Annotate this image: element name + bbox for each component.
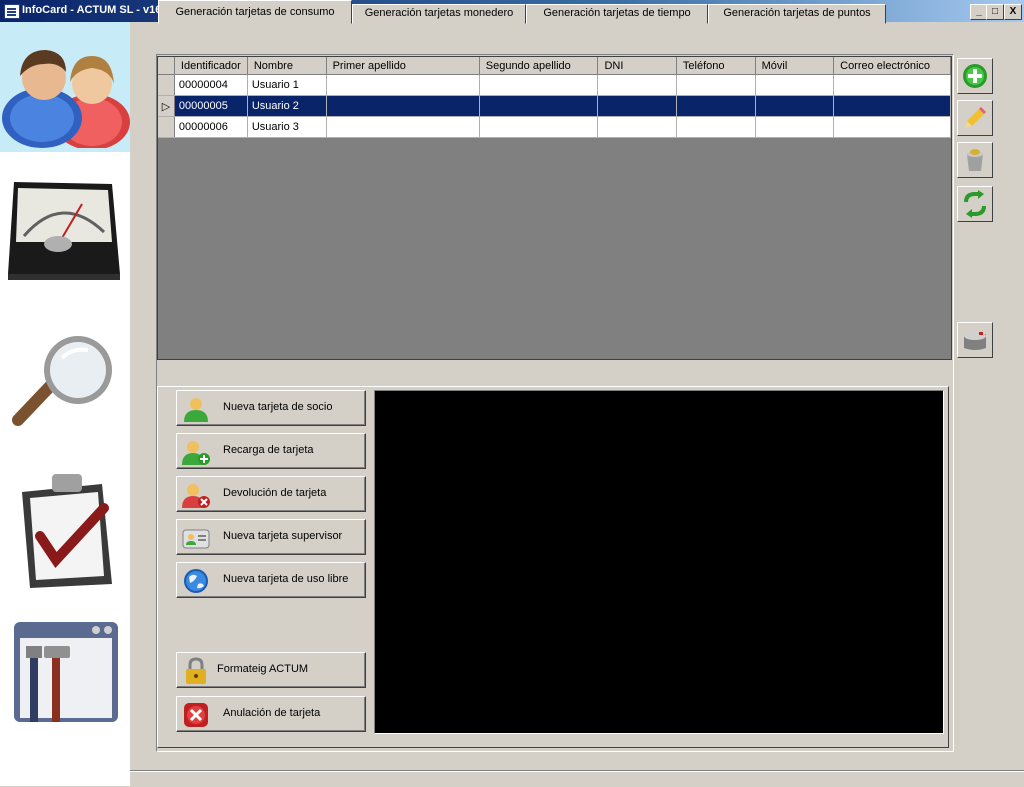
cell-dni[interactable] (597, 116, 677, 138)
cell-movil[interactable] (755, 95, 835, 117)
sidebar-item-clipboard[interactable] (0, 462, 130, 592)
col-header-movil[interactable]: Móvil (755, 57, 835, 75)
nueva-tarjeta-uso-libre-button[interactable]: Nueva tarjeta de uso libre (176, 562, 366, 598)
reader-button[interactable] (957, 322, 993, 358)
table-header-row: Identificador Nombre Primer apellido Seg… (158, 57, 951, 75)
cell-nombre[interactable]: Usuario 1 (247, 74, 327, 96)
nueva-tarjeta-supervisor-button[interactable]: Nueva tarjeta supervisor (176, 519, 366, 555)
cell-nombre[interactable]: Usuario 3 (247, 116, 327, 138)
row-indicator-header (158, 57, 175, 75)
delete-button[interactable] (957, 142, 993, 178)
cell-segundo-apellido[interactable] (479, 116, 599, 138)
pencil-icon (965, 107, 986, 128)
users-icon (2, 50, 130, 148)
col-header-primer-apellido[interactable]: Primer apellido (326, 57, 480, 75)
recarga-tarjeta-button[interactable]: Recarga de tarjeta (176, 433, 366, 469)
recarga-tarjeta-label: Recarga de tarjeta (223, 444, 314, 456)
edit-button[interactable] (957, 100, 993, 136)
anulacion-tarjeta-label: Anulación de tarjeta (223, 707, 321, 719)
user-add-icon (182, 441, 210, 465)
row-indicator[interactable] (158, 74, 175, 96)
cell-dni[interactable] (597, 74, 677, 96)
users-table: Identificador Nombre Primer apellido Seg… (158, 57, 951, 138)
cell-identificador[interactable]: 00000005 (174, 95, 248, 117)
cell-telefono[interactable] (676, 95, 756, 117)
users-grid[interactable]: Identificador Nombre Primer apellido Seg… (157, 56, 952, 360)
cell-nombre[interactable]: Usuario 2 (247, 95, 327, 117)
formateig-actum-button[interactable]: Formateig ACTUM (176, 652, 366, 688)
cell-primer-apellido[interactable] (326, 95, 480, 117)
magnifier-icon (12, 336, 112, 426)
maximize-button[interactable]: □ (986, 4, 1004, 20)
tools-window-icon (14, 622, 118, 722)
add-circle-icon (963, 64, 987, 88)
sidebar-item-meter[interactable] (0, 162, 130, 292)
tab-monedero[interactable]: Generación tarjetas monedero (352, 4, 526, 24)
col-header-segundo-apellido[interactable]: Segundo apellido (479, 57, 599, 75)
table-row[interactable]: 00000004 Usuario 1 (158, 74, 951, 96)
cell-correo[interactable] (833, 74, 951, 96)
cell-segundo-apellido[interactable] (479, 74, 599, 96)
anulacion-tarjeta-button[interactable]: Anulación de tarjeta (176, 696, 366, 732)
col-header-dni[interactable]: DNI (597, 57, 677, 75)
cell-identificador[interactable]: 00000006 (174, 116, 248, 138)
col-header-telefono[interactable]: Teléfono (676, 57, 756, 75)
card-display-area (374, 390, 944, 734)
tab-puntos[interactable]: Generación tarjetas de puntos (708, 4, 886, 24)
tab-tiempo[interactable]: Generación tarjetas de tiempo (526, 4, 708, 24)
sidebar-item-tools[interactable] (0, 612, 130, 742)
refresh-button[interactable] (957, 186, 993, 222)
cell-segundo-apellido[interactable] (479, 95, 599, 117)
cell-identificador[interactable]: 00000004 (174, 74, 248, 96)
gauge-meter-icon (8, 182, 120, 280)
cancel-x-icon (184, 703, 208, 727)
formateig-actum-label: Formateig ACTUM (217, 663, 309, 675)
cell-movil[interactable] (755, 74, 835, 96)
nueva-tarjeta-uso-libre-label: Nueva tarjeta de uso libre (223, 573, 349, 585)
sidebar-item-users[interactable] (0, 22, 130, 152)
clipboard-check-icon (22, 474, 112, 588)
cell-correo[interactable] (833, 95, 951, 117)
close-button[interactable]: X (1004, 4, 1022, 20)
app-icon (4, 4, 20, 19)
col-header-correo[interactable]: Correo electrónico (833, 57, 951, 75)
cell-movil[interactable] (755, 116, 835, 138)
cell-primer-apellido[interactable] (326, 74, 480, 96)
cell-correo[interactable] (833, 116, 951, 138)
status-bar (130, 770, 1024, 787)
id-card-icon (182, 529, 210, 549)
sidebar-item-search[interactable] (0, 322, 130, 452)
cell-primer-apellido[interactable] (326, 116, 480, 138)
devolucion-tarjeta-label: Devolución de tarjeta (223, 487, 327, 499)
cell-telefono[interactable] (676, 74, 756, 96)
sidebar (0, 22, 130, 786)
nueva-tarjeta-supervisor-label: Nueva tarjeta supervisor (223, 530, 343, 542)
nueva-tarjeta-socio-button[interactable]: Nueva tarjeta de socio (176, 390, 366, 426)
padlock-icon (186, 657, 206, 684)
table-row-selected[interactable]: ▷ 00000005 Usuario 2 (158, 95, 951, 117)
user-green-icon (184, 398, 208, 422)
add-button[interactable] (957, 58, 993, 94)
card-reader-icon (964, 332, 986, 350)
devolucion-tarjeta-button[interactable]: Devolución de tarjeta (176, 476, 366, 512)
col-header-identificador[interactable]: Identificador (174, 57, 248, 75)
refresh-arrows-icon (964, 190, 986, 218)
row-indicator[interactable] (158, 116, 175, 138)
table-row[interactable]: 00000006 Usuario 3 (158, 116, 951, 138)
user-remove-icon (182, 484, 210, 508)
cell-dni[interactable] (597, 95, 677, 117)
globe-icon (184, 569, 208, 593)
trash-bin-icon (967, 149, 983, 171)
row-indicator-current[interactable]: ▷ (158, 95, 175, 117)
cell-telefono[interactable] (676, 116, 756, 138)
col-header-nombre[interactable]: Nombre (247, 57, 327, 75)
nueva-tarjeta-socio-label: Nueva tarjeta de socio (223, 401, 333, 413)
tab-consumo[interactable]: Generación tarjetas de consumo (158, 0, 352, 24)
